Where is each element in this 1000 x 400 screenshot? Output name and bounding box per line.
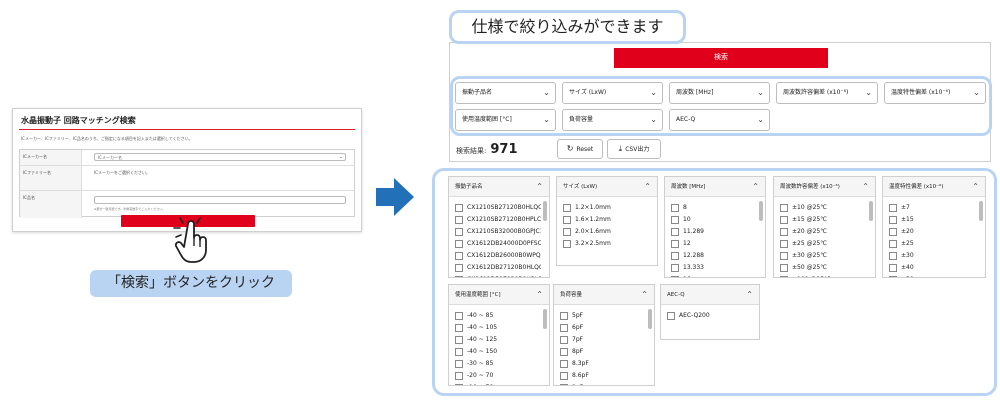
result-number: 971 <box>490 142 518 157</box>
spec-filter-caption: 仕様で絞り込みができます <box>449 10 686 44</box>
chevron-down-icon: ⌄ <box>338 154 343 160</box>
hand-pointer-icon <box>173 217 207 263</box>
arrow-right-icon <box>376 178 414 216</box>
ic-family-label: ICファミリー名 <box>20 166 82 190</box>
csv-label: CSV出力 <box>625 146 650 153</box>
form-row-ic-family: ICファミリー名 ICメーカーをご選択ください。 <box>20 166 354 191</box>
title-underline <box>19 129 355 130</box>
result-count: 検索結果: 971 <box>456 142 518 157</box>
lists-highlight <box>432 168 997 396</box>
ic-name-input[interactable] <box>94 196 346 204</box>
click-search-caption: 「検索」ボタンをクリック <box>90 270 292 297</box>
form-description: ICメーカー、ICファミリー、IC品名のうち、ご指定になる項目を記入または選択し… <box>21 136 193 141</box>
form-row-ic-maker: ICメーカー名 ICメーカー名 ⌄ <box>20 150 354 166</box>
reset-icon: ↻ <box>566 144 574 153</box>
ic-maker-select[interactable]: ICメーカー名 ⌄ <box>94 153 346 161</box>
filters-highlight <box>450 76 992 136</box>
ic-maker-value: ICメーカー名 <box>98 155 122 160</box>
csv-export-button[interactable]: ⤓ CSV出力 <box>607 139 661 159</box>
ic-name-note: ※部分一致可能です。半角英数字でご入力ください。 <box>94 207 166 211</box>
ic-maker-label: ICメーカー名 <box>20 150 82 165</box>
reset-label: Reset <box>576 146 594 153</box>
ic-name-label: IC品名 <box>20 191 82 218</box>
ic-family-value: ICメーカーをご選択ください。 <box>94 170 150 175</box>
search-button[interactable]: 検索 <box>614 48 828 68</box>
reset-button[interactable]: ↻ Reset <box>557 139 603 159</box>
result-label: 検索結果: <box>456 147 487 155</box>
search-form: ICメーカー名 ICメーカー名 ⌄ ICファミリー名 ICメーカーをご選択くださ… <box>19 149 355 218</box>
download-icon: ⤓ <box>618 144 623 153</box>
form-title: 水晶振動子 回路マッチング検索 <box>21 116 136 125</box>
